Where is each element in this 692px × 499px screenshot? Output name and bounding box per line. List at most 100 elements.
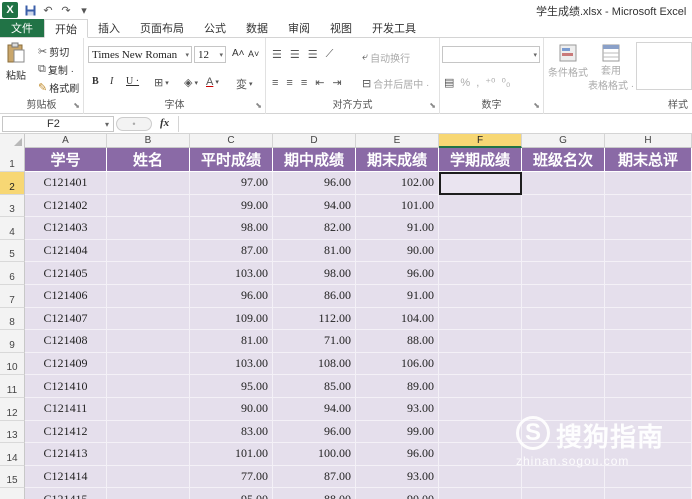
tab-formulas[interactable]: 公式 (194, 19, 236, 37)
table-cell[interactable]: 71.00 (273, 330, 356, 353)
table-cell[interactable]: 101.00 (356, 194, 439, 218)
table-cell[interactable]: 102.00 (356, 172, 439, 195)
table-cell[interactable]: 96.00 (190, 285, 273, 308)
table-cell[interactable] (522, 262, 605, 285)
table-cell[interactable] (107, 172, 190, 195)
table-cell[interactable] (107, 488, 190, 499)
table-cell[interactable]: 91.00 (356, 285, 439, 308)
table-cell[interactable] (522, 285, 605, 308)
tab-home[interactable]: 开始 (44, 19, 88, 38)
redo-icon[interactable]: ↷ (60, 4, 72, 17)
table-cell[interactable]: 90.00 (190, 398, 273, 421)
align-right-icon[interactable]: ≡ (301, 77, 307, 89)
table-cell[interactable]: 98.00 (273, 262, 356, 285)
table-cell[interactable] (605, 285, 692, 308)
table-cell[interactable]: 90.00 (356, 239, 439, 263)
format-as-table-button[interactable]: 套用 表格格式 · (588, 44, 634, 92)
name-box[interactable]: F2 ▾ (2, 116, 114, 132)
table-cell[interactable] (439, 330, 522, 353)
table-cell[interactable]: 88.00 (356, 330, 439, 353)
table-cell[interactable]: 103.00 (190, 262, 273, 285)
increase-indent-icon[interactable]: ⇥ (332, 76, 341, 89)
decrease-indent-icon[interactable]: ⇤ (315, 76, 324, 89)
table-cell[interactable] (605, 262, 692, 285)
insert-function-button[interactable]: fx (160, 117, 169, 129)
comma-button[interactable]: , (476, 77, 479, 89)
number-format-combobox[interactable]: ▾ (442, 46, 540, 63)
format-painter-button[interactable]: ✎ 格式刷 (38, 80, 79, 95)
tab-insert[interactable]: 插入 (88, 19, 130, 37)
table-cell[interactable] (439, 217, 522, 240)
table-cell[interactable] (107, 285, 190, 308)
table-cell[interactable] (107, 352, 190, 376)
table-cell[interactable]: 98.00 (190, 217, 273, 240)
row-header[interactable]: 4 (0, 217, 25, 240)
row-header[interactable]: 11 (0, 375, 25, 398)
table-cell[interactable] (522, 375, 605, 398)
column-header-e[interactable]: E (356, 134, 439, 148)
table-cell[interactable] (439, 420, 522, 444)
tab-view[interactable]: 视图 (320, 19, 362, 37)
tab-data[interactable]: 数据 (236, 19, 278, 37)
italic-button[interactable]: I (110, 76, 113, 87)
column-header-h[interactable]: H (605, 134, 692, 148)
table-cell[interactable]: 87.00 (273, 465, 356, 489)
table-cell[interactable]: 96.00 (356, 443, 439, 466)
shrink-font-button[interactable]: A˅ (248, 49, 259, 59)
header-cell[interactable]: 班级名次 (522, 148, 605, 172)
table-cell[interactable]: 89.00 (356, 375, 439, 398)
header-cell[interactable]: 期中成绩 (273, 148, 356, 172)
table-cell[interactable] (439, 443, 522, 466)
table-cell[interactable]: C121401 (25, 172, 107, 195)
dialog-launcher-icon[interactable]: ⬊ (429, 101, 436, 110)
table-cell[interactable] (522, 172, 605, 195)
table-cell[interactable]: C121415 (25, 488, 107, 499)
table-cell[interactable] (107, 217, 190, 240)
font-name-combobox[interactable]: Times New Roman ▾ (88, 46, 192, 63)
row-header[interactable]: 14 (0, 443, 25, 466)
table-cell[interactable]: 99.00 (190, 194, 273, 218)
table-cell[interactable]: 90.00 (356, 488, 439, 499)
table-cell[interactable]: C121408 (25, 330, 107, 353)
row-header[interactable]: 12 (0, 398, 25, 421)
tab-review[interactable]: 审阅 (278, 19, 320, 37)
row-header[interactable]: 7 (0, 285, 25, 308)
table-cell[interactable] (605, 307, 692, 331)
tab-developer[interactable]: 开发工具 (362, 19, 426, 37)
table-cell[interactable]: 93.00 (356, 465, 439, 489)
table-cell[interactable]: C121410 (25, 375, 107, 398)
table-cell[interactable]: 95.00 (190, 488, 273, 499)
undo-icon[interactable]: ↶ (42, 4, 54, 17)
dialog-launcher-icon[interactable]: ⬊ (255, 101, 262, 110)
header-cell[interactable]: 学号 (25, 148, 107, 172)
table-cell[interactable]: 87.00 (190, 239, 273, 263)
table-cell[interactable] (605, 172, 692, 195)
table-cell[interactable] (439, 398, 522, 421)
table-cell[interactable]: C121404 (25, 239, 107, 263)
align-middle-icon[interactable]: ☰ (290, 48, 300, 61)
currency-icon[interactable]: ▤ (444, 76, 454, 89)
formula-cancel-enter-buttons[interactable]: • (116, 117, 152, 131)
table-cell[interactable] (107, 307, 190, 331)
font-size-combobox[interactable]: 12 ▾ (194, 46, 226, 63)
header-cell[interactable]: 期末成绩 (356, 148, 439, 172)
table-cell[interactable]: C121402 (25, 194, 107, 218)
fill-color-button[interactable]: ◈ ▾ (184, 76, 198, 89)
active-cell[interactable] (439, 172, 522, 195)
cut-button[interactable]: ✂ 剪切 (38, 44, 69, 59)
customize-quick-access-icon[interactable]: ▾ (78, 4, 90, 17)
align-bottom-icon[interactable]: ☰ (308, 48, 318, 61)
header-cell[interactable]: 学期成绩 (439, 148, 522, 172)
table-cell[interactable]: 88.00 (273, 488, 356, 499)
table-cell[interactable] (107, 375, 190, 398)
align-center-icon[interactable]: ≡ (286, 77, 292, 89)
column-header-c[interactable]: C (190, 134, 273, 148)
table-cell[interactable]: 99.00 (356, 420, 439, 444)
table-cell[interactable] (605, 217, 692, 240)
decrease-decimal-icon[interactable]: ⁰₀ (501, 76, 510, 89)
table-cell[interactable]: 97.00 (190, 172, 273, 195)
copy-button[interactable]: ⧉ 复制 · (38, 62, 74, 77)
table-cell[interactable]: 83.00 (190, 420, 273, 444)
table-cell[interactable]: 106.00 (356, 352, 439, 376)
table-cell[interactable] (439, 488, 522, 499)
